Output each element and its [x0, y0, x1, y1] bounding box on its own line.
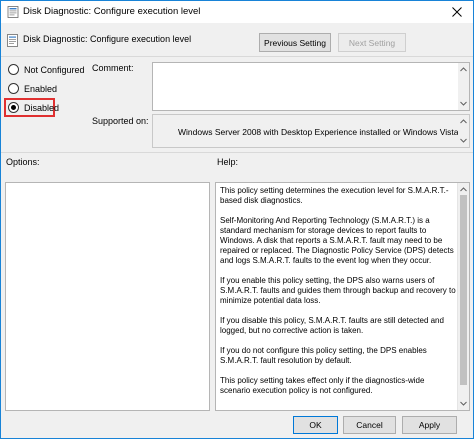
next-setting-button[interactable]: Next Setting — [338, 33, 406, 52]
help-paragraph: If you do not configure this policy sett… — [220, 346, 427, 365]
comment-label: Comment: — [92, 63, 134, 73]
help-text: This policy setting determines the execu… — [220, 186, 456, 406]
supported-scrollbar[interactable] — [458, 115, 469, 147]
supported-on-box: Windows Server 2008 with Desktop Experie… — [152, 114, 470, 148]
window-title: Disk Diagnostic: Configure execution lev… — [23, 6, 201, 17]
help-label: Help: — [217, 157, 239, 167]
help-paragraph: This policy setting takes effect only if… — [220, 376, 425, 395]
radio-circle-selected[interactable] — [8, 102, 19, 113]
supported-on-value: Windows Server 2008 with Desktop Experie… — [178, 127, 459, 137]
setting-title: Disk Diagnostic: Configure execution lev… — [23, 34, 192, 44]
help-pane[interactable]: This policy setting determines the execu… — [215, 182, 470, 411]
scroll-down-icon[interactable] — [460, 137, 467, 144]
policy-setting-icon — [7, 34, 18, 47]
policy-dialog-window: Disk Diagnostic: Configure execution lev… — [0, 0, 474, 439]
radio-circle[interactable] — [8, 83, 19, 94]
radio-label: Disabled — [24, 102, 60, 113]
help-paragraph: This policy setting determines the execu… — [220, 186, 449, 205]
radio-label: Enabled — [24, 83, 58, 94]
options-pane — [5, 182, 210, 411]
cancel-button[interactable]: Cancel — [343, 416, 396, 434]
comment-scrollbar[interactable] — [458, 63, 469, 110]
help-paragraph: Self-Monitoring And Reporting Technology… — [220, 216, 454, 265]
supported-on-label: Supported on: — [92, 116, 149, 126]
header-divider — [1, 56, 473, 57]
close-icon — [452, 7, 462, 17]
help-scrollbar[interactable] — [457, 183, 469, 410]
radio-not-configured[interactable]: Not Configured — [8, 64, 85, 75]
scroll-down-icon[interactable] — [460, 100, 467, 107]
scroll-down-icon[interactable] — [460, 400, 467, 407]
radio-enabled[interactable]: Enabled — [8, 83, 57, 94]
close-button[interactable] — [441, 1, 473, 23]
section-divider — [1, 152, 473, 153]
help-paragraph: If you disable this policy, S.M.A.R.T. f… — [220, 316, 444, 335]
scroll-up-icon[interactable] — [460, 66, 467, 73]
options-label: Options: — [6, 157, 40, 167]
help-paragraph: If you enable this policy setting, the D… — [220, 276, 456, 305]
comment-textarea[interactable] — [152, 62, 470, 111]
radio-label: Not Configured — [24, 64, 85, 75]
scroll-up-icon[interactable] — [460, 186, 467, 193]
radio-circle[interactable] — [8, 64, 19, 75]
scroll-thumb[interactable] — [460, 195, 467, 385]
scroll-up-icon[interactable] — [460, 118, 467, 125]
policy-icon — [7, 6, 19, 18]
ok-button[interactable]: OK — [293, 416, 338, 434]
title-bar[interactable]: Disk Diagnostic: Configure execution lev… — [1, 1, 473, 23]
radio-disabled[interactable]: Disabled — [8, 102, 59, 113]
apply-button[interactable]: Apply — [402, 416, 457, 434]
previous-setting-button[interactable]: Previous Setting — [259, 33, 331, 52]
